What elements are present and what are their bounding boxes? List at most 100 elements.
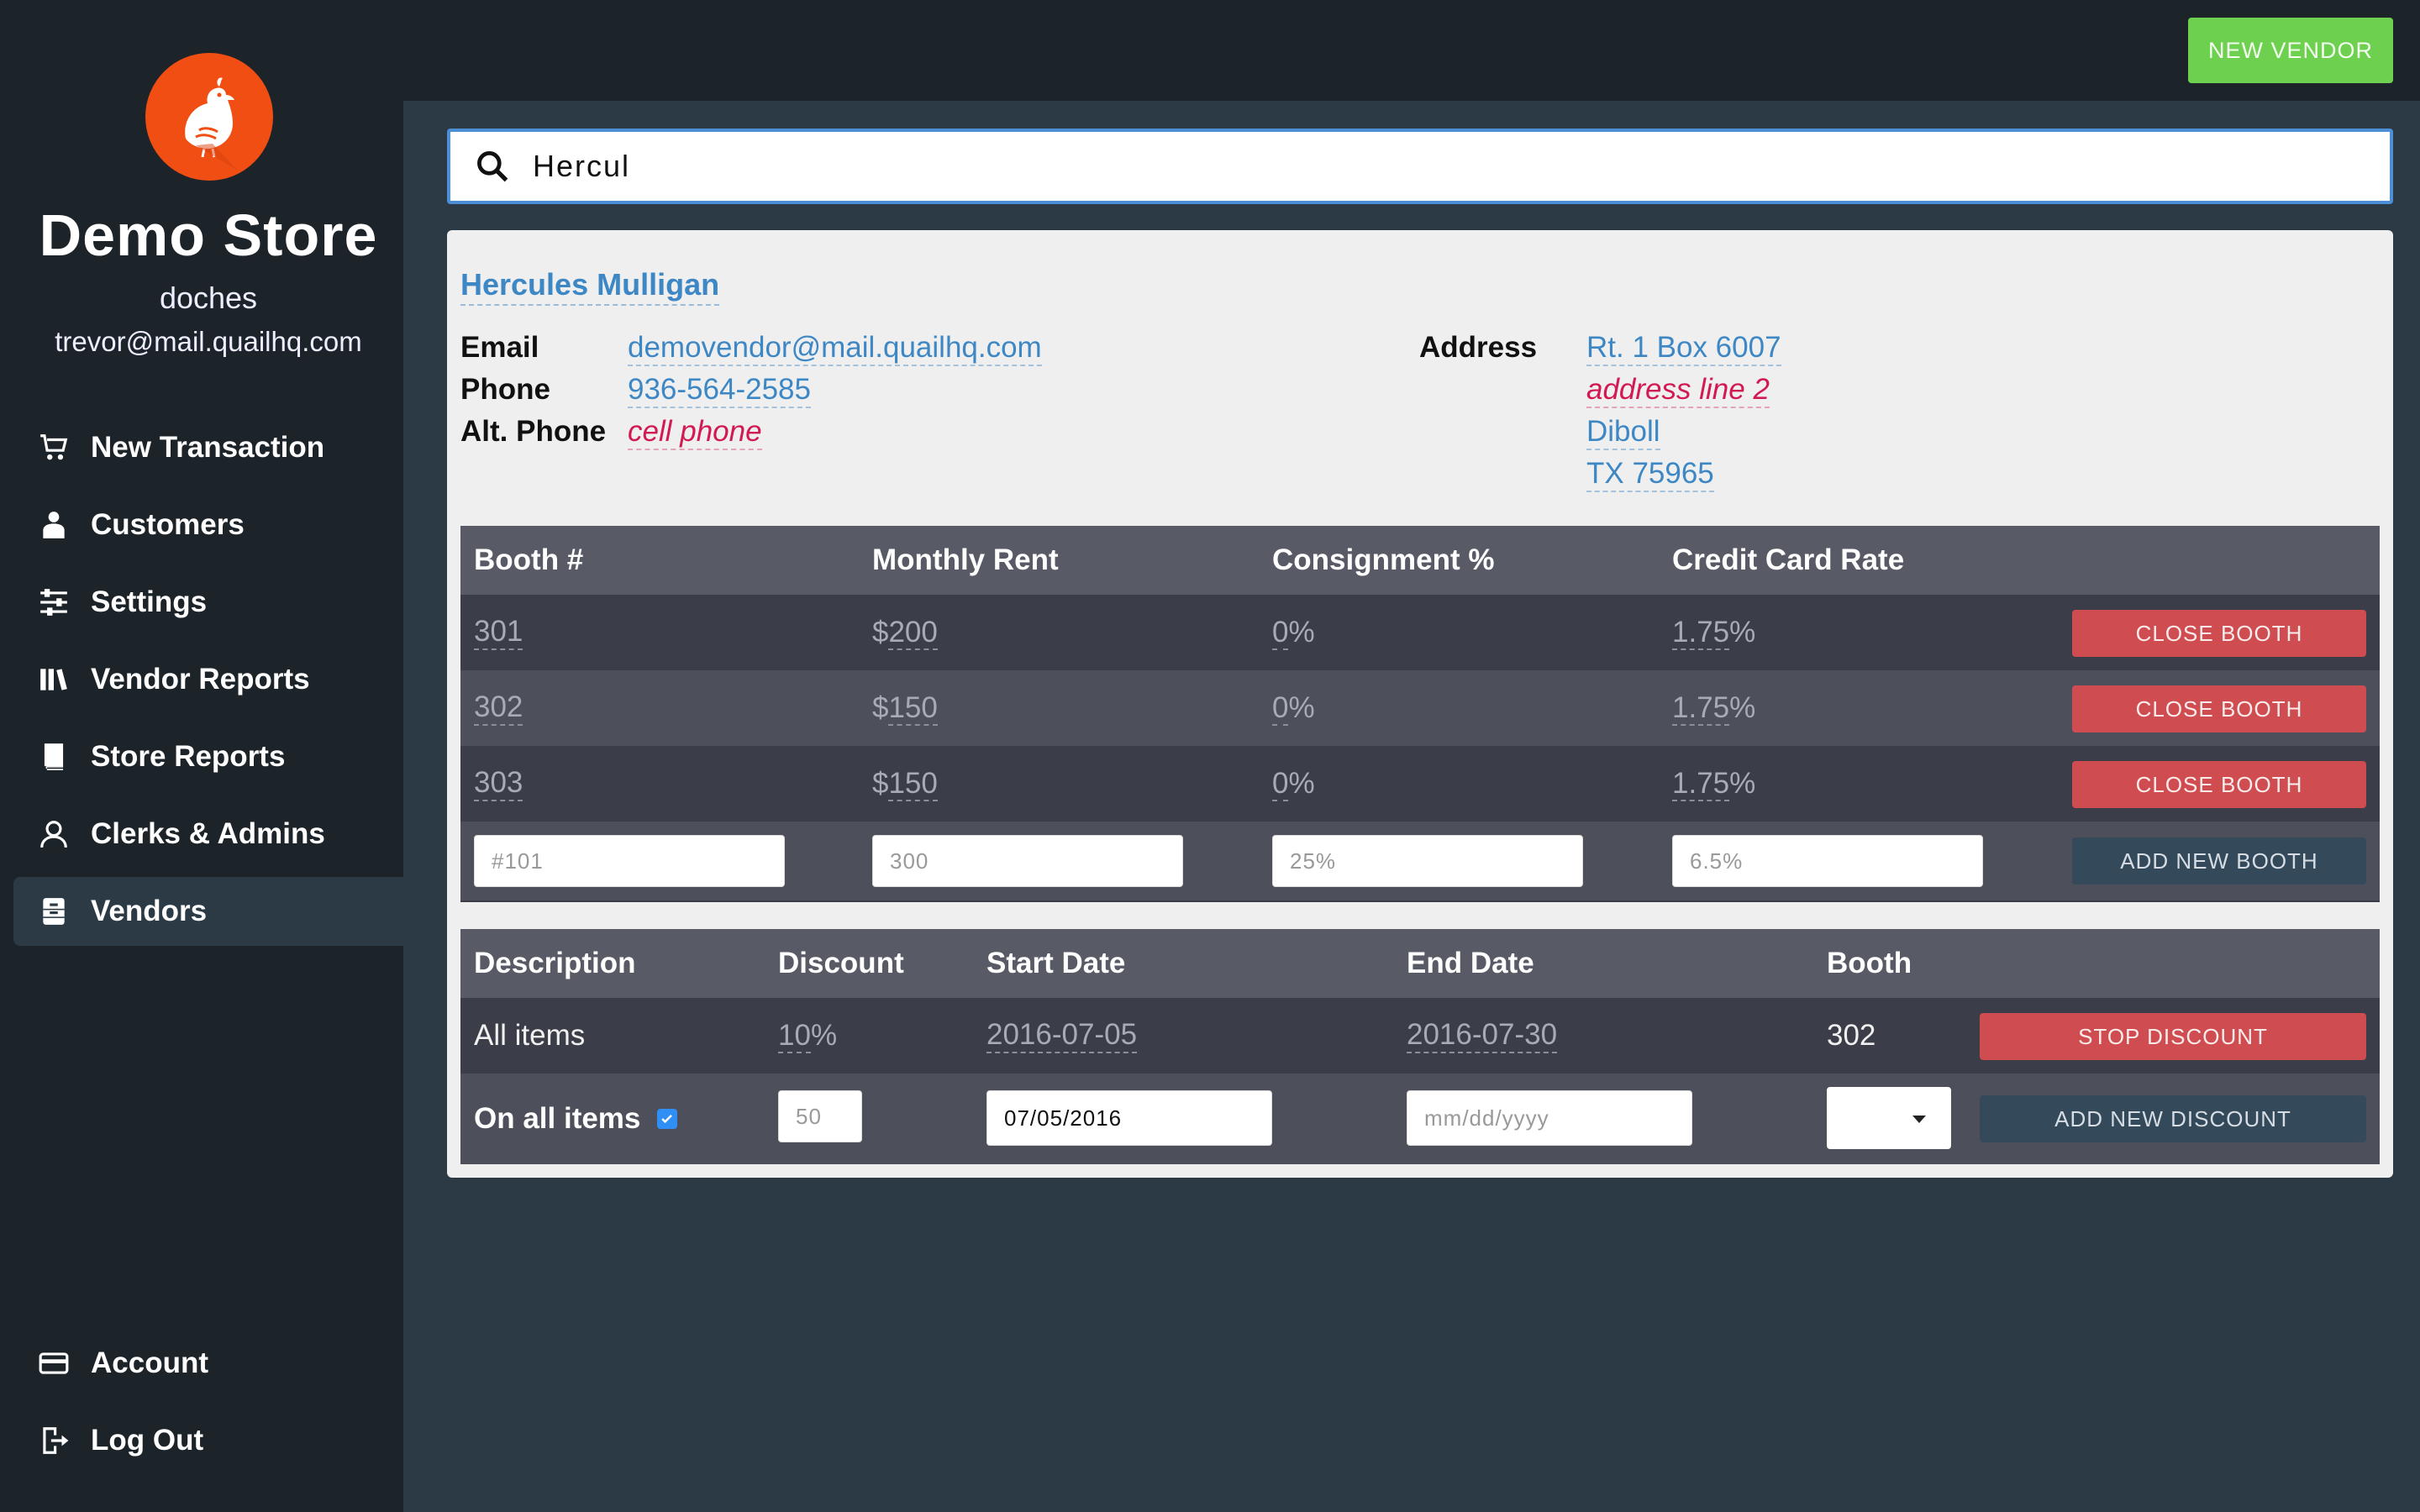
vendor-email[interactable]: demovendor@mail.quailhq.com — [628, 331, 1042, 366]
sidebar-item-customers[interactable]: Customers — [13, 491, 403, 559]
sliders-icon — [37, 585, 71, 619]
sidebar-item-vendor-reports[interactable]: Vendor Reports — [13, 645, 403, 714]
new-discount-description: On all items — [474, 1102, 641, 1135]
table-row: 301 $200 0% 1.75% CLOSE BOOTH — [460, 595, 2380, 670]
new-booth-number-input[interactable] — [474, 835, 785, 887]
vendor-alt-phone[interactable]: cell phone — [628, 415, 762, 450]
discounts-table: Description Discount Start Date End Date… — [460, 929, 2380, 1164]
discount-description: All items — [474, 1019, 586, 1052]
new-discount-percent-input[interactable] — [778, 1090, 862, 1142]
monthly-rent[interactable]: 150 — [888, 767, 938, 801]
close-booth-button[interactable]: CLOSE BOOTH — [2072, 685, 2366, 732]
sidebar-item-log-out[interactable]: Log Out — [13, 1406, 403, 1475]
sidebar-item-label: Clerks & Admins — [91, 817, 325, 850]
sidebar-bottom-nav: Account Log Out — [13, 1329, 403, 1483]
sidebar-item-label: Settings — [91, 585, 208, 618]
percent-symbol: % — [1288, 691, 1315, 724]
sidebar-item-label: Customers — [91, 508, 245, 541]
new-discount-start-date-input[interactable] — [986, 1090, 1272, 1146]
vendor-phone[interactable]: 936-564-2585 — [628, 373, 811, 408]
discount-value[interactable]: 10 — [778, 1019, 811, 1053]
header-monthly-rent: Monthly Rent — [872, 543, 1059, 576]
vendor-search-box — [447, 129, 2393, 204]
new-discount-booth-select[interactable] — [1827, 1087, 1951, 1149]
sidebar-item-vendors[interactable]: Vendors — [13, 877, 403, 946]
chevron-down-icon — [1912, 1116, 1926, 1123]
new-discount-end-date-input[interactable] — [1407, 1090, 1692, 1146]
monthly-rent[interactable]: 200 — [888, 616, 938, 650]
alt-phone-label: Alt. Phone — [460, 415, 607, 448]
consignment-value[interactable]: 0 — [1272, 767, 1289, 801]
sidebar-item-settings[interactable]: Settings — [13, 568, 403, 637]
header-booth: Booth — [1827, 947, 1912, 979]
new-booth-cc-rate-input[interactable] — [1672, 835, 1983, 887]
percent-symbol: % — [1288, 616, 1315, 648]
credit-card-rate[interactable]: 1.75 — [1672, 767, 1730, 801]
booth-number[interactable]: 303 — [474, 766, 523, 801]
close-booth-button[interactable]: CLOSE BOOTH — [2072, 610, 2366, 657]
checkmark-icon — [661, 1114, 672, 1124]
booths-table: Booth # Monthly Rent Consignment % Credi… — [460, 526, 2380, 902]
sidebar-item-clerks-admins[interactable]: Clerks & Admins — [13, 800, 403, 869]
sidebar-item-new-transaction[interactable]: New Transaction — [13, 413, 403, 482]
consignment-value[interactable]: 0 — [1272, 691, 1289, 726]
sidebar-nav: New Transaction Customers Settings Vendo… — [13, 413, 403, 954]
search-icon — [477, 151, 508, 182]
vendor-city[interactable]: Diboll — [1586, 415, 1660, 450]
credit-card-icon — [37, 1347, 71, 1380]
user-outline-icon — [37, 817, 71, 851]
consignment-value[interactable]: 0 — [1272, 616, 1289, 650]
booths-table-header: Booth # Monthly Rent Consignment % Credi… — [460, 526, 2380, 595]
header-credit-card-rate: Credit Card Rate — [1672, 543, 1905, 576]
header-end-date: End Date — [1407, 947, 1534, 979]
discount-start-date[interactable]: 2016-07-05 — [986, 1018, 1138, 1053]
search-input[interactable] — [533, 149, 2213, 184]
header-consignment: Consignment % — [1272, 543, 1495, 576]
top-bar — [403, 0, 2420, 101]
vendor-name[interactable]: Hercules Mulligan — [460, 267, 720, 306]
header-discount: Discount — [778, 947, 904, 979]
sidebar-item-label: New Transaction — [91, 431, 325, 464]
store-username: doches — [159, 281, 258, 315]
all-items-checkbox[interactable] — [657, 1109, 677, 1129]
vendor-address-line1[interactable]: Rt. 1 Box 6007 — [1586, 331, 1781, 366]
sidebar-item-label: Vendor Reports — [91, 663, 310, 696]
add-new-discount-button[interactable]: ADD NEW DISCOUNT — [1980, 1095, 2366, 1142]
currency-symbol: $ — [872, 767, 889, 800]
add-new-booth-button[interactable]: ADD NEW BOOTH — [2072, 837, 2366, 885]
store-name: Demo Store — [39, 202, 378, 268]
percent-symbol: % — [810, 1019, 838, 1052]
discount-end-date[interactable]: 2016-07-30 — [1407, 1018, 1558, 1053]
header-description: Description — [474, 947, 636, 979]
vendor-address-line2[interactable]: address line 2 — [1586, 373, 1770, 408]
booth-number[interactable]: 302 — [474, 690, 523, 726]
sidebar-item-store-reports[interactable]: Store Reports — [13, 722, 403, 791]
logout-icon — [37, 1424, 71, 1457]
stop-discount-button[interactable]: STOP DISCOUNT — [1980, 1013, 2366, 1060]
table-row: 303 $150 0% 1.75% CLOSE BOOTH — [460, 746, 2380, 822]
vendor-state-zip[interactable]: TX 75965 — [1586, 457, 1714, 492]
credit-card-rate[interactable]: 1.75 — [1672, 616, 1730, 650]
sidebar-item-label: Vendors — [91, 895, 208, 927]
book-icon — [37, 740, 71, 774]
percent-symbol: % — [1729, 767, 1756, 800]
credit-card-rate[interactable]: 1.75 — [1672, 691, 1730, 726]
header-start-date: Start Date — [986, 947, 1126, 979]
percent-symbol: % — [1288, 767, 1315, 800]
cabinet-icon — [37, 895, 71, 928]
new-booth-consignment-input[interactable] — [1272, 835, 1583, 887]
monthly-rent[interactable]: 150 — [888, 691, 938, 726]
close-booth-button[interactable]: CLOSE BOOTH — [2072, 761, 2366, 808]
new-vendor-button[interactable]: NEW VENDOR — [2188, 18, 2393, 83]
new-discount-row: On all items ADD NEW DISCOUNT — [460, 1074, 2380, 1164]
email-label: Email — [460, 331, 539, 364]
new-booth-rent-input[interactable] — [872, 835, 1183, 887]
booth-number[interactable]: 301 — [474, 615, 523, 650]
person-icon — [37, 508, 71, 542]
percent-symbol: % — [1729, 616, 1756, 648]
sidebar: Demo Store doches trevor@mail.quailhq.co… — [0, 0, 403, 1512]
currency-symbol: $ — [872, 616, 889, 648]
sidebar-item-account[interactable]: Account — [13, 1329, 403, 1398]
store-email: trevor@mail.quailhq.com — [55, 326, 362, 357]
address-label: Address — [1419, 331, 1538, 364]
